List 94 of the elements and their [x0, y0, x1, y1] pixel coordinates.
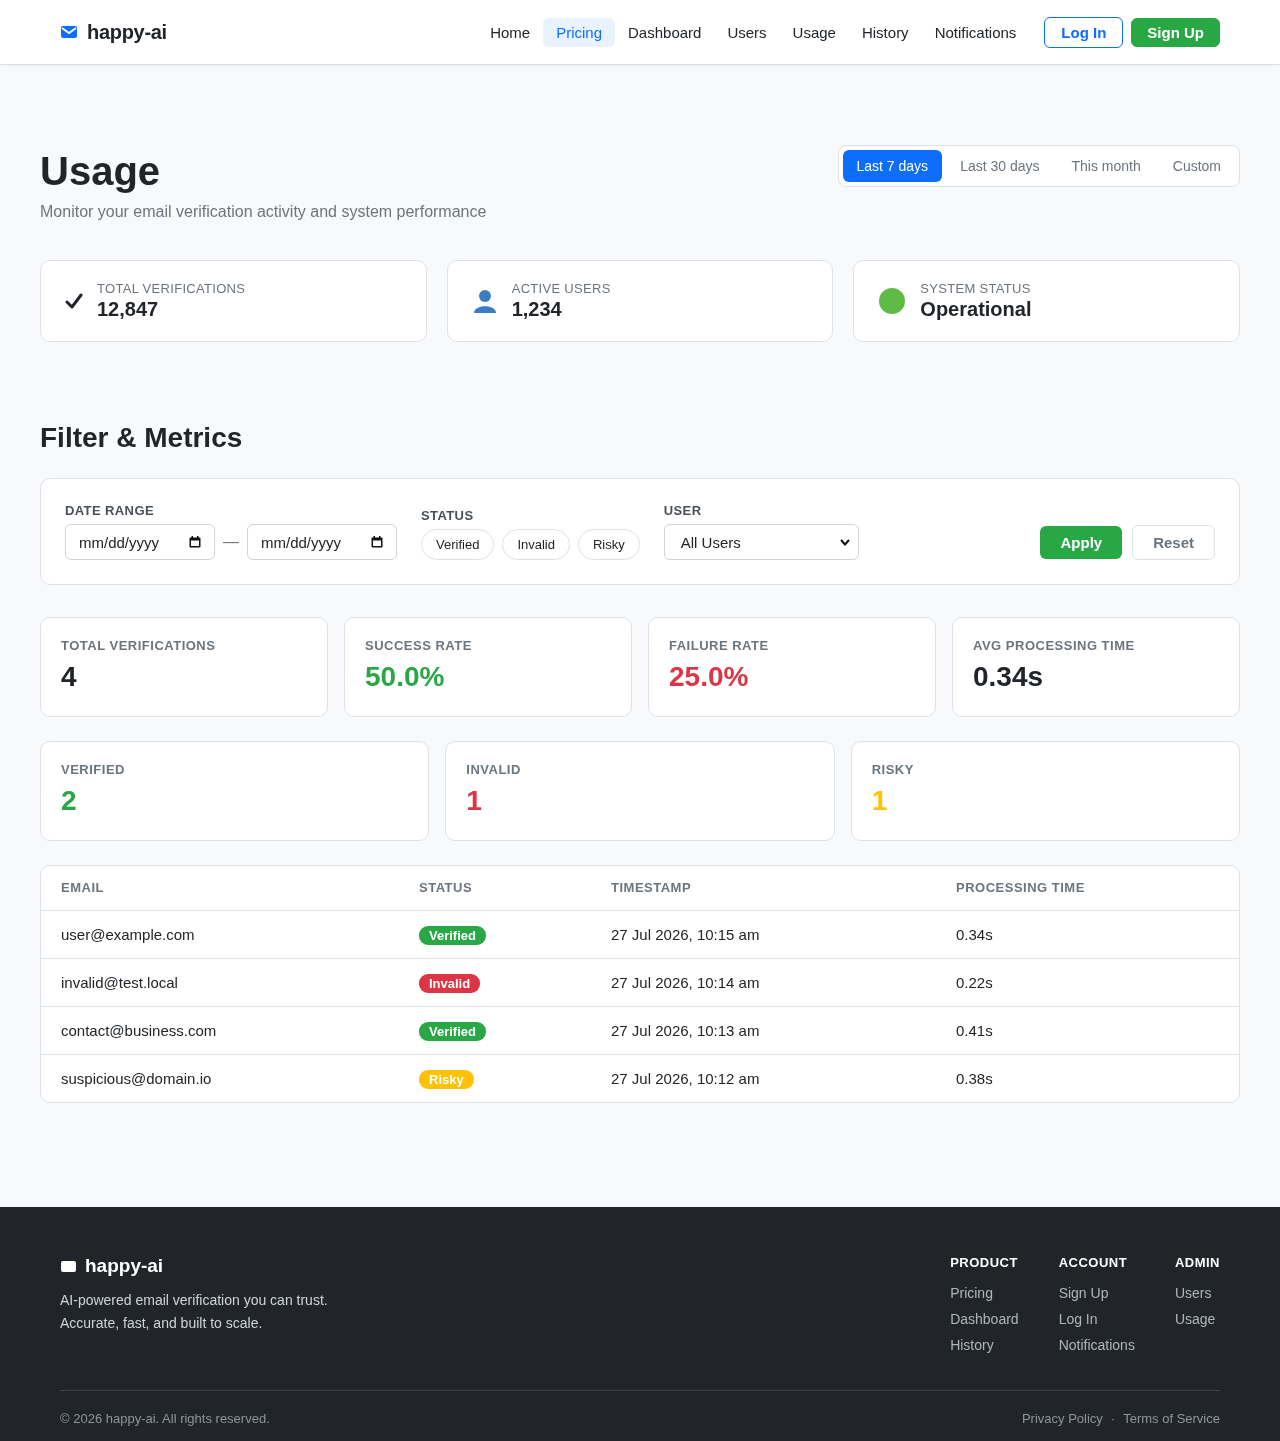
nav-link[interactable]: Dashboard: [615, 17, 715, 47]
table-cell: 27 Jul 2026, 10:15 am: [591, 910, 936, 958]
nav-link[interactable]: Users: [714, 17, 780, 47]
status-badge: Invalid: [419, 973, 481, 993]
date-field[interactable]: mm/dd/yyyy: [65, 524, 215, 560]
range-tab[interactable]: Last 30 days: [946, 150, 1054, 182]
nav-link[interactable]: Notifications: [921, 17, 1030, 47]
column-header: PROCESSING TIME: [936, 866, 1239, 910]
range-separator: —: [223, 533, 239, 551]
metric-value: 1: [871, 785, 889, 817]
legal-link[interactable]: Privacy Policy: [1021, 1411, 1103, 1426]
status-dot-icon: [878, 287, 907, 315]
footer-link[interactable]: Sign Up: [1058, 1284, 1135, 1302]
status-badge: Verified: [419, 1021, 486, 1041]
chevron-down-icon: [839, 538, 850, 546]
status-filter-chip[interactable]: Invalid: [502, 529, 570, 560]
footer-link[interactable]: Pricing: [950, 1284, 1019, 1302]
table-cell: 0.41s: [936, 1006, 1239, 1054]
field-label: DATE RANGE: [65, 503, 155, 518]
footer-link[interactable]: Dashboard: [950, 1310, 1019, 1328]
table-cell: suspicious@domain.io: [41, 1054, 399, 1102]
checkmark-icon: [65, 292, 83, 310]
range-tab[interactable]: Custom: [1158, 150, 1235, 182]
calendar-icon: [371, 536, 383, 548]
stat-value: Operational: [920, 298, 1032, 321]
stat-value: 12,847: [97, 298, 160, 321]
table-cell: user@example.com: [41, 910, 399, 958]
metric-value: 25.0%: [669, 661, 750, 693]
footer-brand[interactable]: happy-ai: [85, 1255, 164, 1277]
footer-heading: PRODUCT: [950, 1255, 1019, 1270]
table-cell: 0.22s: [936, 958, 1239, 1006]
date-placeholder: mm/dd/yyyy: [261, 533, 341, 551]
table-cell: contact@business.com: [41, 1006, 399, 1054]
footer-tagline: Accurate, fast, and built to scale.: [60, 1314, 264, 1333]
metric-label: VERIFIED: [61, 762, 126, 777]
metric-label: INVALID: [466, 762, 522, 777]
metric-label: AVG PROCESSING TIME: [973, 638, 1136, 653]
metric-value: 50.0%: [365, 661, 446, 693]
date-placeholder: mm/dd/yyyy: [79, 533, 159, 551]
field-label: STATUS: [421, 508, 475, 523]
stat-label: TOTAL VERIFICATIONS: [97, 281, 246, 296]
stat-label: ACTIVE USERS: [511, 281, 611, 296]
metric-label: RISKY: [871, 762, 915, 777]
table-cell: 27 Jul 2026, 10:12 am: [591, 1054, 936, 1102]
table-cell: 27 Jul 2026, 10:14 am: [591, 958, 936, 1006]
section-heading: Filter & Metrics: [40, 422, 244, 454]
separator-dot: ·: [1110, 1411, 1116, 1426]
metric-label: SUCCESS RATE: [365, 638, 473, 653]
table-cell: 0.38s: [936, 1054, 1239, 1102]
nav-link[interactable]: Home: [477, 17, 544, 47]
stat-value: 1,234: [511, 298, 563, 321]
nav-link[interactable]: History: [848, 17, 922, 47]
range-tab[interactable]: This month: [1057, 150, 1155, 182]
metric-value: 4: [61, 661, 78, 693]
column-header: EMAIL: [41, 866, 399, 910]
status-badge: Risky: [419, 1069, 474, 1089]
legal-link[interactable]: Terms of Service: [1123, 1411, 1220, 1426]
footer-link[interactable]: History: [950, 1336, 1019, 1354]
metric-value: 2: [61, 785, 78, 817]
user-select[interactable]: All Users: [663, 524, 859, 560]
calendar-icon: [189, 536, 201, 548]
range-tab[interactable]: Last 7 days: [842, 150, 943, 182]
table-cell: invalid@test.local: [41, 958, 399, 1006]
footer-tagline: AI-powered email verification you can trust.: [60, 1291, 328, 1310]
user-icon: [471, 288, 498, 314]
nav-link[interactable]: Usage: [779, 17, 849, 47]
metric-value: 1: [466, 785, 483, 817]
page-subtitle: Monitor your email verification activity and system performance: [40, 203, 487, 221]
nav-link[interactable]: Pricing: [543, 17, 616, 47]
date-field[interactable]: mm/dd/yyyy: [247, 524, 397, 560]
footer-link[interactable]: Usage: [1174, 1310, 1220, 1328]
stat-label: SYSTEM STATUS: [920, 281, 1032, 296]
page-title: Usage: [40, 148, 162, 194]
column-header: STATUS: [399, 866, 591, 910]
status-filter-chip[interactable]: Risky: [577, 529, 640, 560]
field-label: USER: [663, 503, 703, 518]
footer-heading: ADMIN: [1174, 1255, 1220, 1270]
footer-link[interactable]: Users: [1174, 1284, 1220, 1302]
login-button[interactable]: Log In: [1044, 16, 1124, 48]
footer-heading: ACCOUNT: [1058, 1255, 1129, 1270]
metric-label: FAILURE RATE: [669, 638, 770, 653]
brand-name[interactable]: happy-ai: [87, 20, 167, 44]
footer-link[interactable]: Notifications: [1058, 1336, 1135, 1354]
table-cell: 27 Jul 2026, 10:13 am: [591, 1006, 936, 1054]
metric-label: TOTAL VERIFICATIONS: [61, 638, 217, 653]
copyright: © 2026 happy-ai. All rights reserved.: [60, 1411, 270, 1426]
metric-value: 0.34s: [973, 661, 1045, 693]
select-value: All Users: [680, 533, 741, 551]
column-header: TIMESTAMP: [591, 866, 936, 910]
reset-button[interactable]: Reset: [1132, 525, 1215, 560]
footer-link[interactable]: Log In: [1058, 1310, 1135, 1328]
table-cell: 0.34s: [936, 910, 1239, 958]
status-filter-chip[interactable]: Verified: [421, 529, 495, 560]
status-badge: Verified: [419, 925, 486, 945]
